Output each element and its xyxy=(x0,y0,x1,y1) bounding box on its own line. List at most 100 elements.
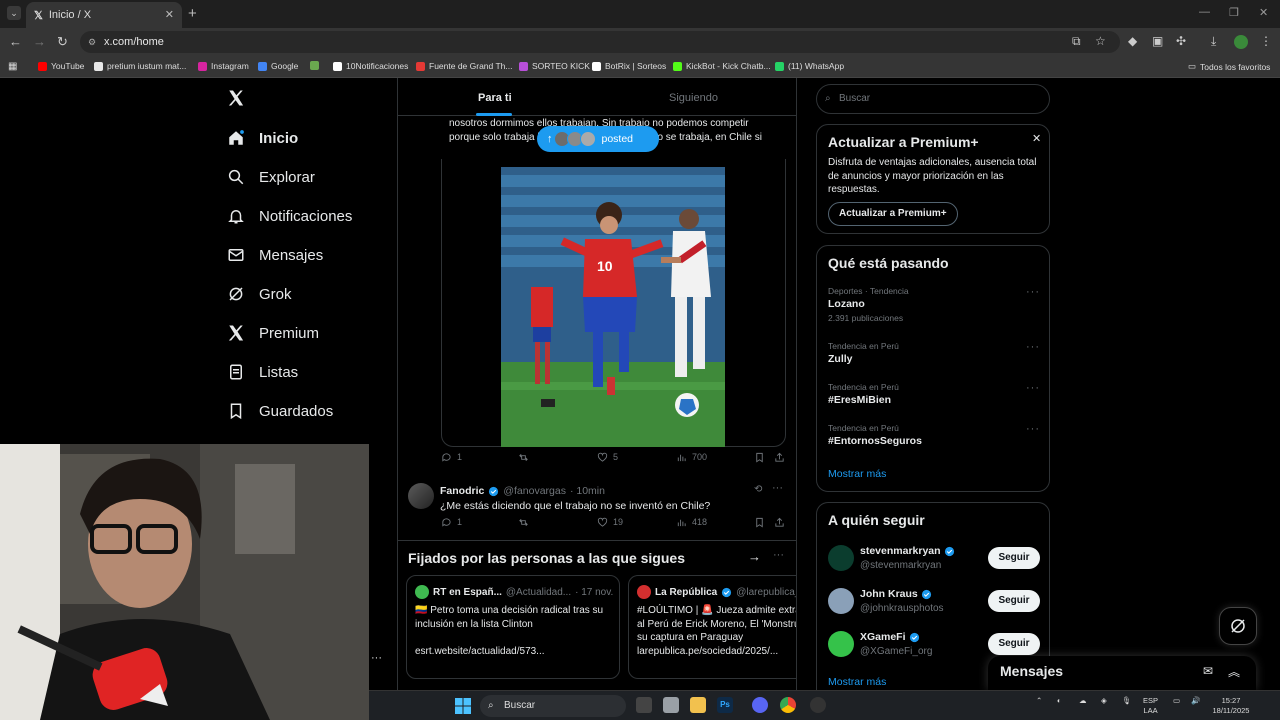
close-window-icon[interactable]: ✕ xyxy=(1259,6,1268,19)
back-icon[interactable]: ← xyxy=(9,34,22,49)
author-handle[interactable]: @fanovargas xyxy=(503,485,566,497)
x-logo-icon[interactable] xyxy=(227,89,245,112)
network-icon[interactable]: ▭ xyxy=(1173,696,1180,706)
minimize-icon[interactable]: — xyxy=(1199,6,1210,18)
trends-show-more[interactable]: Mostrar más xyxy=(828,468,886,480)
windows-start-icon[interactable] xyxy=(455,698,471,714)
follow-button[interactable]: Seguir xyxy=(988,590,1040,612)
more-options-icon[interactable]: ··· xyxy=(1026,341,1040,353)
app2-icon[interactable] xyxy=(810,697,826,713)
close-icon[interactable]: ✕ xyxy=(1032,132,1041,145)
shield-icon[interactable]: ◈ xyxy=(1101,696,1107,706)
new-message-icon[interactable]: ✉ xyxy=(1203,664,1213,678)
follow-name[interactable]: John Kraus xyxy=(860,588,918,600)
cloud-icon[interactable]: ☁ xyxy=(1079,696,1087,706)
all-bookmarks-link[interactable]: ▭ Todos los favoritos xyxy=(1188,61,1270,72)
bookmark-tweet-button[interactable] xyxy=(754,517,765,528)
more-options-icon[interactable]: ··· xyxy=(773,549,784,561)
task-view-icon[interactable] xyxy=(636,697,652,713)
extension-icon[interactable]: ◆ xyxy=(1128,34,1137,48)
download-icon[interactable]: ⤓ xyxy=(1211,34,1216,49)
taskbar-search[interactable]: ⌕ Buscar xyxy=(480,695,626,717)
search-input[interactable]: ⌕ Buscar xyxy=(816,84,1050,114)
retweet-button[interactable] xyxy=(518,452,529,463)
tweet-photo[interactable]: 10 xyxy=(501,167,725,447)
follow-show-more[interactable]: Mostrar más xyxy=(828,676,886,688)
author-name[interactable]: Fanodric xyxy=(440,485,484,497)
nav-item-listas[interactable]: Listas xyxy=(227,363,298,381)
follow-name[interactable]: XGameFi xyxy=(860,631,906,643)
more-options-icon[interactable]: ··· xyxy=(1026,382,1040,394)
nav-item-notificaciones[interactable]: Notificaciones xyxy=(227,207,352,225)
arrow-right-icon[interactable]: → xyxy=(748,549,761,564)
more-options-icon[interactable]: ··· xyxy=(772,482,783,494)
pinned-card[interactable]: RT en Españ... @Actualidad... · 17 nov. … xyxy=(406,575,620,679)
follow-button[interactable]: Seguir xyxy=(988,547,1040,569)
tab-siguiendo[interactable]: Siguiendo xyxy=(669,92,718,104)
app-icon[interactable] xyxy=(663,697,679,713)
bookmark-item[interactable]: SORTEO KICK xyxy=(519,61,590,71)
reload-icon[interactable]: ↻ xyxy=(57,34,68,50)
pinned-card[interactable]: La República @larepublica_ #LOÚLTIMO | 🚨… xyxy=(628,575,796,679)
bookmark-item[interactable]: BotRix | Sorteos xyxy=(592,61,666,71)
grok-fab-button[interactable] xyxy=(1219,607,1257,645)
bookmark-tweet-button[interactable] xyxy=(754,452,765,463)
extensions-puzzle-icon[interactable]: ✣ xyxy=(1176,34,1186,48)
follow-button[interactable]: Seguir xyxy=(988,633,1040,655)
file-explorer-icon[interactable] xyxy=(690,697,706,713)
bookmark-item[interactable]: Fuente de Grand Th... xyxy=(416,61,512,71)
like-button[interactable]: 19 xyxy=(597,517,623,528)
bookmark-item[interactable]: Instagram xyxy=(198,61,249,71)
like-button[interactable]: 5 xyxy=(597,452,618,463)
nav-item-grok[interactable]: Grok xyxy=(227,285,292,303)
bookmark-item[interactable]: (11) WhatsApp xyxy=(775,61,844,71)
more-icon[interactable]: ··· xyxy=(371,652,382,664)
bookmark-item[interactable]: pretium iustum mat... xyxy=(94,61,186,71)
tab-search-button[interactable]: ⌄ xyxy=(7,6,21,20)
extension2-icon[interactable]: ▣ xyxy=(1152,34,1163,48)
nav-item-guardados[interactable]: Guardados xyxy=(227,402,333,420)
volume-icon[interactable]: 🔊 xyxy=(1191,696,1200,706)
tray-chevron-icon[interactable]: ⌃ xyxy=(1036,696,1042,706)
bookmark-item[interactable]: YouTube xyxy=(38,61,84,71)
reply-button[interactable]: 1 xyxy=(441,452,462,463)
retweet-button[interactable] xyxy=(518,517,529,528)
bookmark-item[interactable]: Google xyxy=(258,61,298,71)
nav-item-explorar[interactable]: Explorar xyxy=(227,168,315,186)
share-button[interactable] xyxy=(774,452,785,463)
bookmark-item[interactable] xyxy=(310,61,323,70)
trend-item[interactable]: Tendencia en Perú Zully ··· xyxy=(828,341,1040,365)
bookmark-item[interactable]: 10Notificaciones xyxy=(333,61,408,71)
chrome-icon[interactable] xyxy=(780,697,796,713)
messages-dock[interactable]: Mensajes ✉ ︽ xyxy=(988,656,1256,690)
tray-app-icon[interactable]: ◐ xyxy=(1057,696,1062,706)
profile-avatar[interactable] xyxy=(1234,35,1248,49)
avatar[interactable] xyxy=(828,545,854,571)
new-tab-button[interactable]: + xyxy=(188,5,197,22)
photoshop-icon[interactable]: Ps xyxy=(717,697,733,713)
reply-button[interactable]: 1 xyxy=(441,517,462,528)
more-options-icon[interactable]: ··· xyxy=(1026,286,1040,298)
tweet-time[interactable]: · 10min xyxy=(570,485,605,497)
bookmark-star-icon[interactable]: ☆ xyxy=(1095,34,1106,48)
grok-explain-icon[interactable]: ⟲ xyxy=(754,484,762,495)
address-bar[interactable]: ⚙ x.com/home xyxy=(80,31,1120,53)
upgrade-premium-button[interactable]: Actualizar a Premium+ xyxy=(828,202,958,226)
views-button[interactable]: 418 xyxy=(676,517,707,528)
install-app-icon[interactable]: ⧉ xyxy=(1072,34,1081,49)
browser-menu-icon[interactable]: ⋮ xyxy=(1260,34,1272,48)
trend-item[interactable]: Deportes · Tendencia Lozano 2.391 publicac… xyxy=(828,286,1040,323)
avatar[interactable] xyxy=(828,588,854,614)
forward-icon[interactable]: → xyxy=(33,34,46,49)
language-indicator[interactable]: ESP LAA xyxy=(1143,696,1158,716)
discord-icon[interactable] xyxy=(752,697,768,713)
tab-close-icon[interactable]: ✕ xyxy=(165,8,174,21)
expand-chevron-icon[interactable]: ︽ xyxy=(1228,663,1240,680)
trend-item[interactable]: Tendencia en Perú #EresMiBien ··· xyxy=(828,382,1040,406)
follow-name[interactable]: stevenmarkryan xyxy=(860,545,941,557)
nav-item-inicio[interactable]: Inicio xyxy=(227,129,298,147)
tab-para-ti[interactable]: Para ti xyxy=(478,92,512,104)
mic-icon[interactable]: 🎙 xyxy=(1122,696,1132,706)
views-button[interactable]: 700 xyxy=(676,452,707,463)
site-info-icon[interactable]: ⚙ xyxy=(88,31,96,53)
